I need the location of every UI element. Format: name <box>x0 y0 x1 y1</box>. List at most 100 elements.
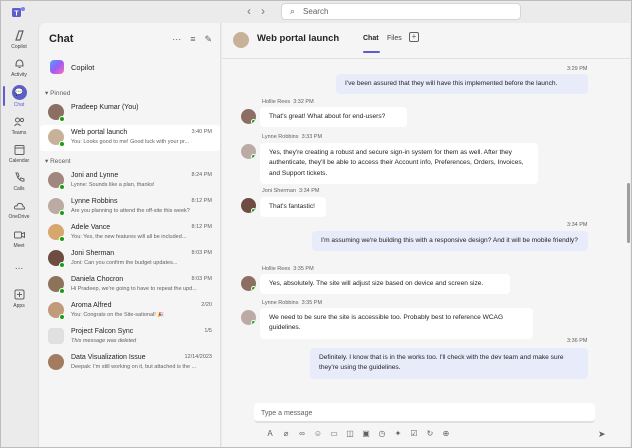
avatar <box>241 144 256 159</box>
rail-item-activity[interactable]: Activity <box>1 57 37 78</box>
copilot-icon <box>50 60 64 74</box>
tab-chat[interactable]: Chat <box>363 35 379 42</box>
rail-item-more[interactable]: ... <box>1 261 37 272</box>
apps-icon <box>14 289 24 300</box>
phone-icon <box>14 172 24 182</box>
pinned-section-label[interactable]: ▾ Pinned <box>45 89 70 97</box>
presence-icon <box>251 320 256 325</box>
teams-icon <box>13 117 24 127</box>
rail-item-calls[interactable]: Calls <box>1 171 37 192</box>
rail-item-teams[interactable]: Teams <box>1 115 37 136</box>
add-tab-icon[interactable]: + <box>409 32 419 42</box>
chat-item-web-portal-launch[interactable]: Web portal launch 3:40 PM You: Looks goo… <box>40 125 220 151</box>
message-timestamp: 3:34 PM <box>567 222 588 228</box>
filter-icon[interactable]: ≡ <box>190 34 195 44</box>
presence-icon <box>59 141 65 147</box>
back-icon[interactable]: ‹ <box>247 4 261 18</box>
message-input[interactable] <box>261 407 581 419</box>
message-list: 3:29 PM I've been assured that they will… <box>222 60 630 404</box>
conversation-pane: Web portal launch Chat Files + 3:29 PM I… <box>222 23 630 447</box>
presence-icon <box>59 236 65 242</box>
approvals-icon[interactable]: ☑ <box>406 429 422 438</box>
chat-item-data-visualization-issue[interactable]: Data Visualization Issue 12/14/2023 Deep… <box>40 350 220 376</box>
chat-list-title: Chat <box>49 33 74 45</box>
scrollbar[interactable] <box>627 183 630 243</box>
message-meta: Lynne Robbins 3:33 PM <box>262 134 323 140</box>
message-bubble-outgoing: Definitely. I know that is in the works … <box>310 348 588 379</box>
calendar-icon <box>14 145 24 155</box>
copilot-chat-item[interactable]: Copilot <box>47 59 215 77</box>
avatar <box>241 310 256 325</box>
chat-item-joni-sherman[interactable]: Joni Sherman 8:03 PM Joni: Can you confi… <box>40 246 220 272</box>
schedule-icon[interactable]: ◷ <box>374 429 390 438</box>
group-avatar <box>233 32 249 48</box>
rail-item-apps[interactable]: Apps <box>1 288 37 309</box>
bell-icon <box>14 59 24 69</box>
compose-box[interactable] <box>254 403 595 423</box>
message-bubble-incoming: Yes, absolutely. The site will adjust si… <box>260 274 510 295</box>
chat-item-self[interactable]: Pradeep Kumar (You) <box>40 100 220 126</box>
message-bubble-incoming: That's fantastic! <box>260 197 326 218</box>
chat-list-actions: ⋯ ≡ ✎ <box>163 34 212 45</box>
gif-icon[interactable]: ▭ <box>326 429 342 438</box>
app-rail: Copilot Activity 💬 Chat Teams Calendar C… <box>1 23 37 447</box>
chat-item-project-falcon-sync[interactable]: Project Falcon Sync 1/5 This message was… <box>40 324 220 350</box>
tab-active-indicator <box>363 51 380 53</box>
rail-item-chat[interactable]: 💬 Chat <box>1 85 37 108</box>
chat-item-aroma-alfred[interactable]: Aroma Alfred 2/20 You: Congrats on the S… <box>40 298 220 324</box>
chat-icon: 💬 <box>11 85 27 100</box>
attach-icon[interactable]: ⌀ <box>278 429 294 438</box>
rail-item-meet[interactable]: Meet <box>1 228 37 249</box>
presence-icon <box>59 116 65 122</box>
message-meta: Lynne Robbins 3:35 PM <box>262 300 323 306</box>
chat-list-pane: Chat ⋯ ≡ ✎ Copilot ▾ Pinned Pradeep Kumar … <box>38 23 221 447</box>
search-input[interactable]: ⌕ Search <box>281 3 521 20</box>
rail-item-copilot[interactable]: Copilot <box>1 29 37 50</box>
cloud-icon <box>13 202 25 210</box>
search-icon: ⌕ <box>290 6 296 16</box>
message-bubble-incoming: That's great! What about for end-users? <box>260 107 407 128</box>
sticker-icon[interactable]: ◫ <box>342 429 358 438</box>
send-icon[interactable]: ➤ <box>598 429 606 440</box>
rail-item-onedrive[interactable]: OneDrive <box>1 199 37 220</box>
presence-icon <box>251 154 256 159</box>
new-chat-icon[interactable]: ✎ <box>204 34 212 44</box>
presence-icon <box>59 210 65 216</box>
format-icon[interactable]: A <box>262 429 278 438</box>
nav-arrows: ‹› <box>247 4 275 18</box>
message-timestamp: 3:36 PM <box>567 338 588 344</box>
chat-item-adele-vance[interactable]: Adele Vance 8:12 PM You: Yes, the new fe… <box>40 220 220 246</box>
tab-files[interactable]: Files <box>387 35 402 42</box>
praise-icon[interactable]: ✦ <box>390 429 406 438</box>
presence-icon <box>59 288 65 294</box>
presence-icon <box>59 262 65 268</box>
apps-more-icon[interactable]: ⊕ <box>438 429 454 438</box>
title-bar: T ‹› ⌕ Search <box>1 1 631 23</box>
presence-icon <box>251 208 256 213</box>
presence-icon <box>251 119 256 124</box>
meet-now-icon[interactable]: ▣ <box>358 429 374 438</box>
more-options-icon[interactable]: ⋯ <box>172 34 181 44</box>
chat-item-joni-and-lynne[interactable]: Joni and Lynne 8:24 PM Lynne: Sounds lik… <box>40 168 220 194</box>
more-icon: ... <box>14 261 24 272</box>
presence-icon <box>59 314 65 320</box>
avatar <box>241 109 256 124</box>
loop-icon[interactable]: ∞ <box>294 429 310 438</box>
rail-item-calendar[interactable]: Calendar <box>1 143 37 164</box>
chat-item-lynne-robbins[interactable]: Lynne Robbins 8:12 PM Are you planning t… <box>40 194 220 220</box>
svg-text:T: T <box>14 11 19 18</box>
emoji-icon[interactable]: ☺ <box>310 429 326 438</box>
message-bubble-outgoing: I'm assuming we're building this with a … <box>312 231 588 252</box>
updates-icon[interactable]: ↻ <box>422 429 438 438</box>
video-icon <box>13 231 25 239</box>
chat-item-daniela-chocron[interactable]: Daniela Chocron 8:03 PM Hi Pradeep, we'r… <box>40 272 220 298</box>
message-bubble-incoming: Yes, they're creating a robust and secur… <box>260 143 538 184</box>
presence-icon <box>59 184 65 190</box>
forward-icon[interactable]: › <box>261 4 275 18</box>
message-timestamp: 3:29 PM <box>567 66 588 72</box>
avatar <box>241 276 256 291</box>
compose-toolbar: A ⌀ ∞ ☺ ▭ ◫ ▣ ◷ ✦ ☑ ↻ ⊕ <box>262 429 612 443</box>
avatar <box>48 328 64 344</box>
message-bubble-incoming: We need to be sure the site is accessibl… <box>260 308 533 339</box>
recent-section-label[interactable]: ▾ Recent <box>45 157 71 165</box>
